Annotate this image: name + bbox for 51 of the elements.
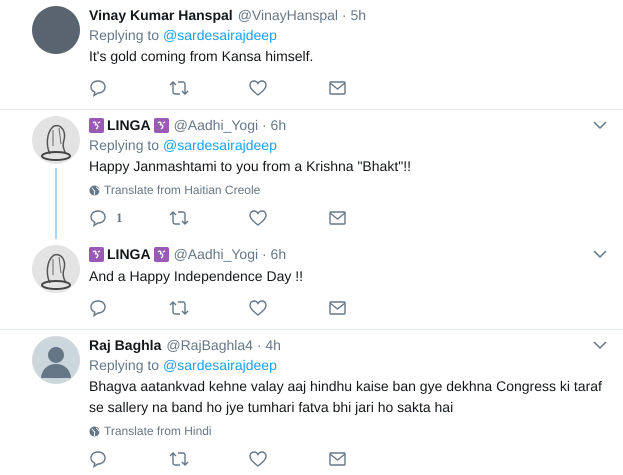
reply-icon[interactable] — [89, 79, 107, 97]
user-name[interactable]: LINGA — [107, 117, 151, 133]
avatar-drawing[interactable] — [32, 245, 80, 293]
user-name[interactable]: Raj Baghla — [89, 337, 162, 353]
heart-icon[interactable] — [249, 451, 267, 467]
reply-count: 1 — [116, 210, 122, 226]
avatar-drawing[interactable] — [32, 116, 80, 164]
om-symbol-icon — [154, 118, 169, 132]
caret-icon[interactable] — [593, 250, 607, 258]
replying-label: Replying to — [89, 137, 160, 153]
reply-icon[interactable] — [89, 299, 107, 317]
tweet-text: Happy Janmashtami to you from a Krishna "Bhakt"!! — [89, 157, 412, 176]
om-symbol-icon — [89, 246, 104, 262]
heart-icon[interactable] — [249, 210, 267, 226]
retweet-icon[interactable] — [169, 80, 189, 96]
thread-line — [55, 168, 57, 239]
mail-icon[interactable] — [329, 452, 346, 466]
user-name[interactable]: LINGA — [107, 246, 151, 262]
user-handle[interactable]: @RajBaghla4 · 4h — [166, 337, 281, 353]
caret-icon[interactable] — [593, 341, 607, 349]
mail-icon[interactable] — [329, 81, 346, 95]
mention-link[interactable]: @sardesairajdeep — [163, 137, 277, 153]
reply-icon[interactable] — [89, 209, 107, 227]
om-symbol-icon — [154, 246, 169, 262]
globe-icon — [89, 184, 100, 196]
translate-link[interactable]: Translate from Hindi — [104, 424, 212, 438]
tweet-text: It's gold coming from Kansa himself. — [89, 47, 314, 66]
caret-icon[interactable] — [593, 121, 607, 129]
retweet-icon[interactable] — [169, 210, 189, 226]
user-handle[interactable]: @Aadhi_Yogi · 6h — [174, 246, 286, 262]
retweet-icon[interactable] — [169, 300, 189, 316]
user-handle[interactable]: @Aadhi_Yogi · 6h — [174, 117, 286, 133]
user-name[interactable]: Vinay Kumar Hanspal — [89, 7, 233, 23]
heart-icon[interactable] — [249, 80, 267, 96]
reply-icon[interactable] — [89, 450, 107, 468]
photo-placeholder[interactable] — [32, 6, 80, 54]
mail-icon[interactable] — [329, 301, 346, 315]
heart-icon[interactable] — [249, 300, 267, 316]
user-handle[interactable]: @VinayHanspal · 5h — [238, 7, 366, 23]
replying-label: Replying to — [89, 27, 160, 43]
mention-link[interactable]: @sardesairajdeep — [163, 27, 277, 43]
mail-icon[interactable] — [329, 211, 346, 225]
om-symbol-icon — [89, 118, 104, 132]
globe-icon — [89, 426, 100, 436]
replying-label: Replying to — [89, 357, 160, 373]
translate-link[interactable]: Translate from Haitian Creole — [104, 183, 260, 197]
tweet-text: Bhagva aatankvad kehne valay aaj hindhu kaise ban gye dekhna Congress ki taraf se sallery na band ho jye tumhari fatva bhi jari ho sakta hai — [89, 377, 603, 417]
tweet-text: And a Happy Independence Day !! — [89, 267, 304, 286]
mention-link[interactable]: @sardesairajdeep — [163, 357, 277, 373]
retweet-icon[interactable] — [169, 451, 189, 467]
default-avatar-icon[interactable] — [32, 336, 80, 384]
